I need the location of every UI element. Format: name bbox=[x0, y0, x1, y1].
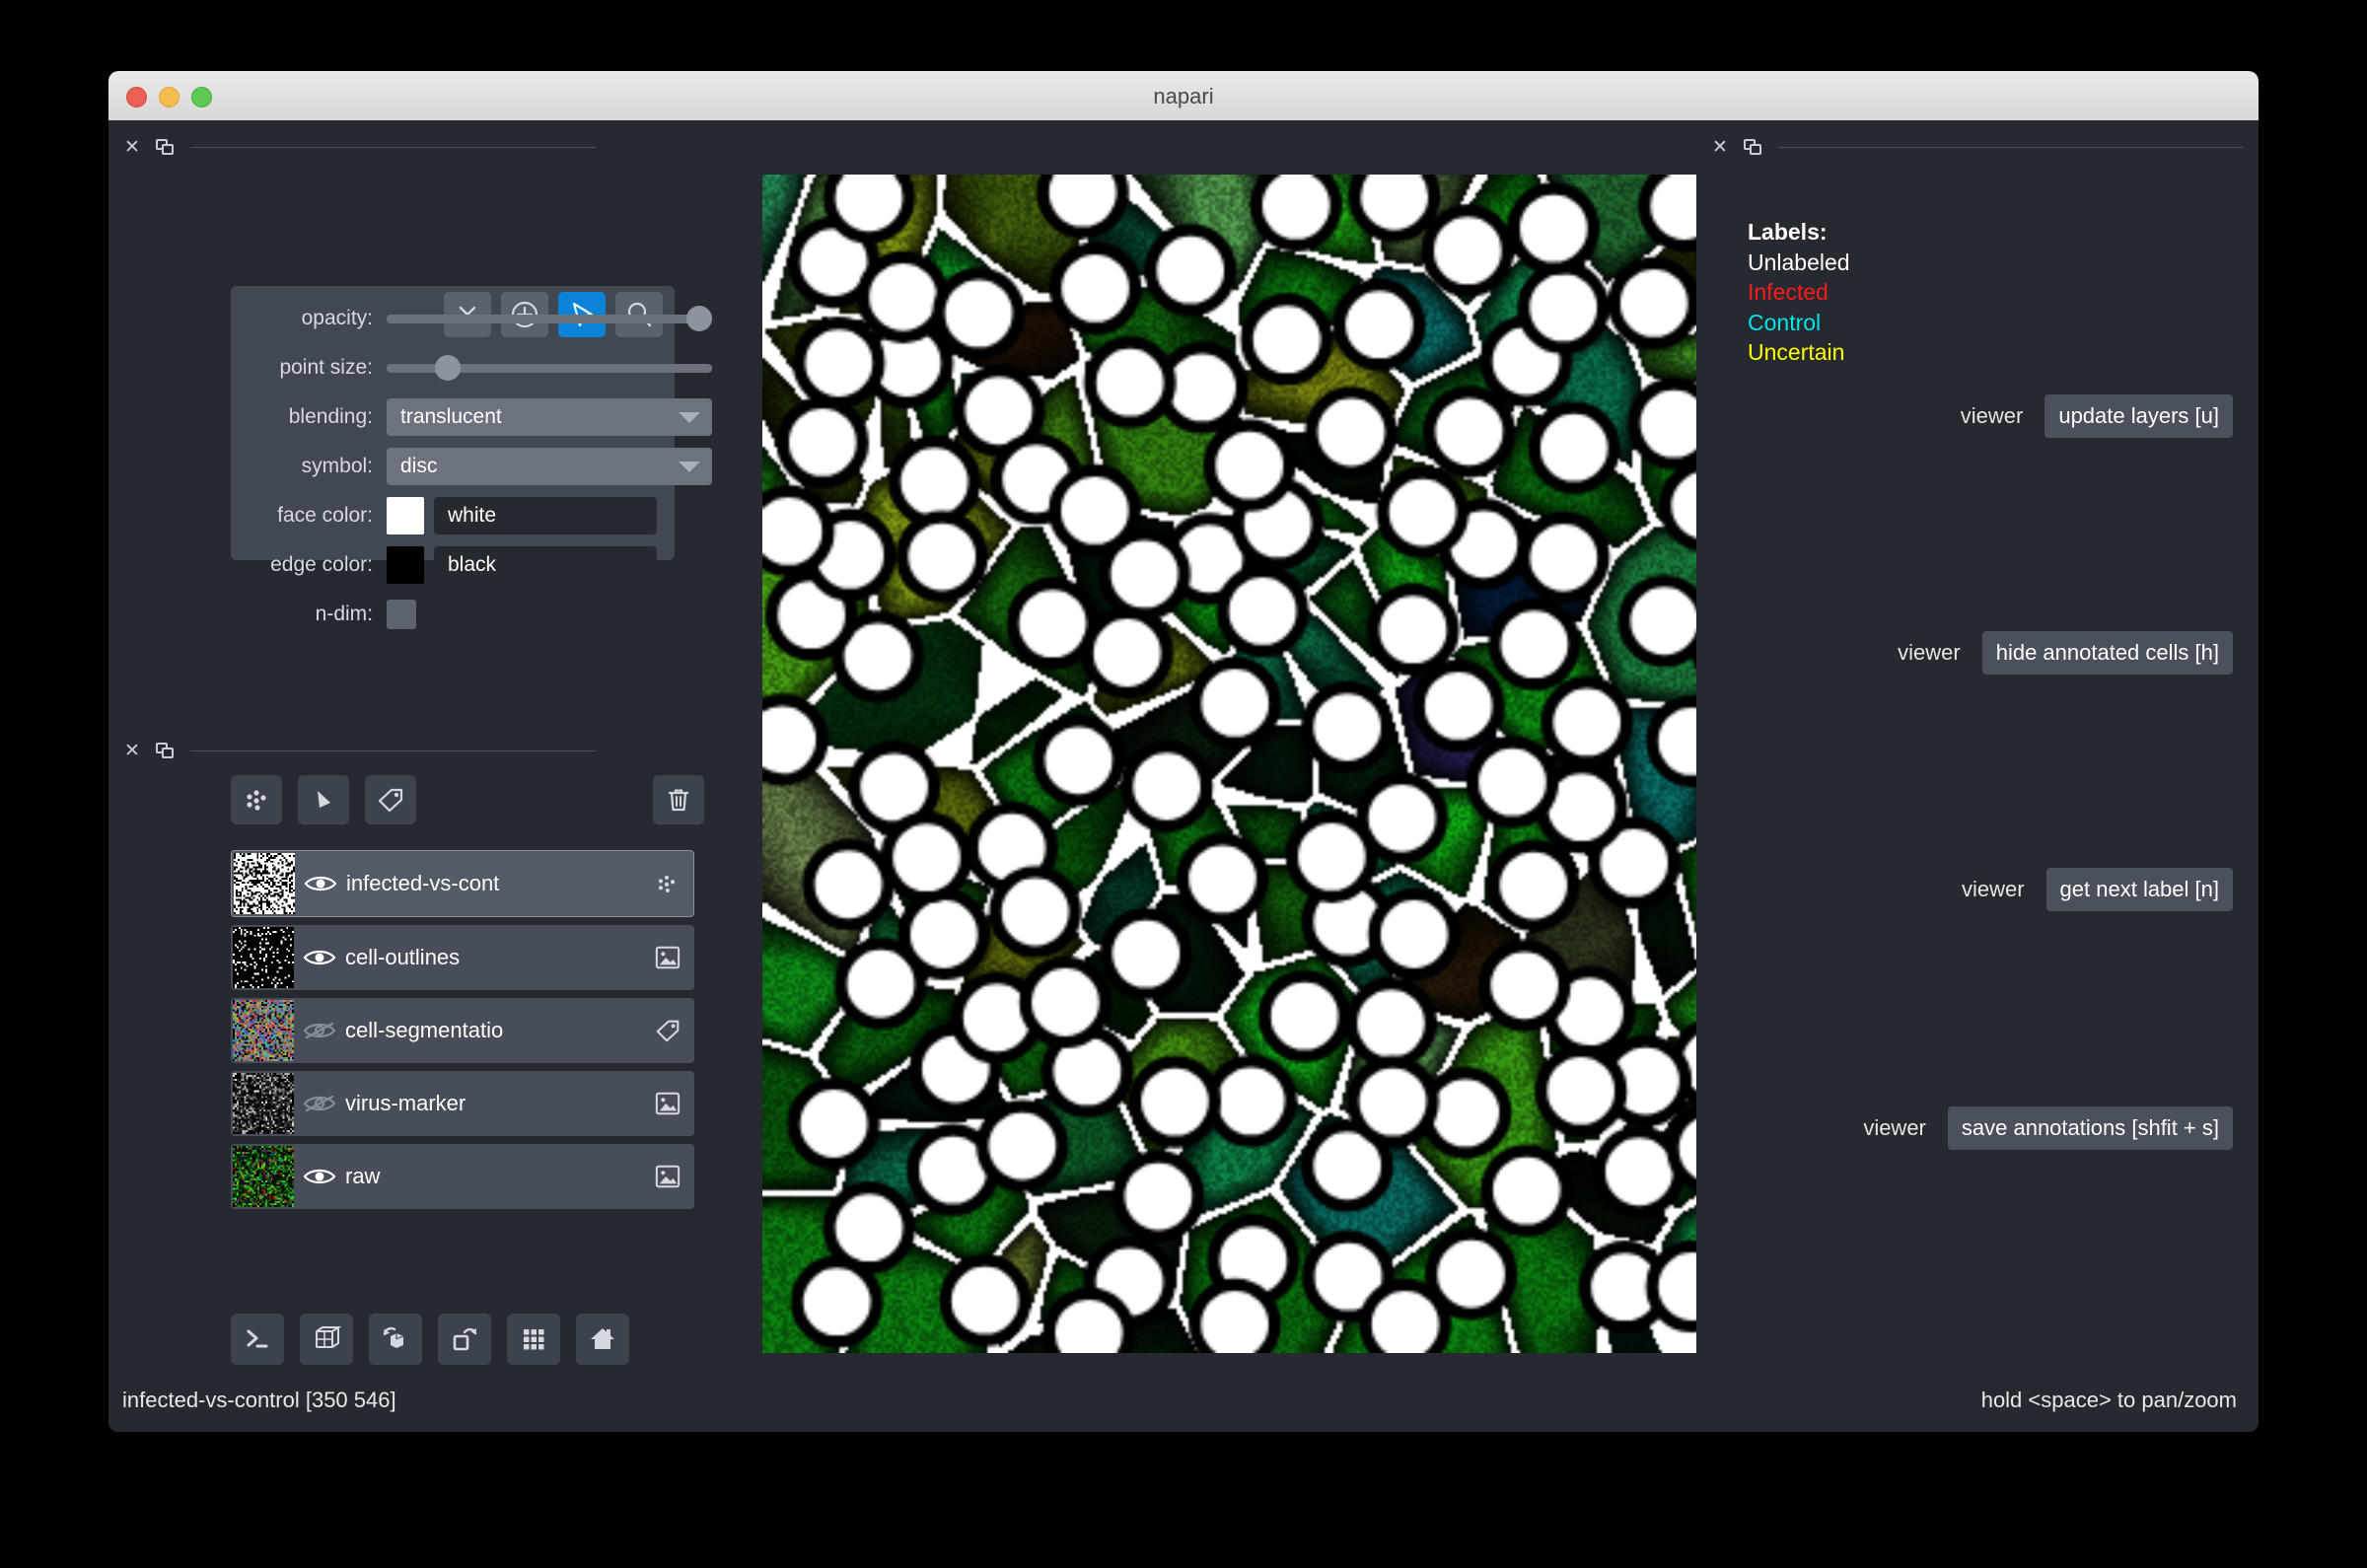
right-dock: ✕ Labels: Unlabeled Infected Control Unc… bbox=[1696, 120, 2259, 1432]
edge-color-label: edge color: bbox=[270, 553, 373, 576]
title-bar: napari bbox=[108, 71, 2259, 121]
layer-visibility-toggle-hidden[interactable] bbox=[294, 1092, 345, 1115]
status-right-text: hold <space> to pan/zoom bbox=[1980, 1388, 2237, 1412]
save-annotations-label: viewer bbox=[1863, 1115, 1926, 1140]
divider bbox=[189, 146, 596, 148]
left-dock: ✕ opacity: point size: blending: translu… bbox=[108, 120, 712, 1432]
layer-list-region: ✕ infected-vs-cont cell-outlines cell-se… bbox=[108, 724, 704, 1209]
save-annotations-button[interactable]: save annotations [shfit + s] bbox=[1947, 1106, 2233, 1150]
update-layers-label: viewer bbox=[1960, 403, 2024, 428]
console-button[interactable] bbox=[231, 1314, 284, 1365]
label-control: Control bbox=[1748, 309, 1822, 335]
layer-name: cell-outlines bbox=[345, 945, 461, 969]
update-layers-button[interactable]: update layers [u] bbox=[2044, 394, 2233, 438]
cube-rotate-icon bbox=[383, 1326, 404, 1348]
layer-thumbnail bbox=[233, 1073, 294, 1134]
points-layer-controls: opacity: point size: blending: transluce… bbox=[231, 286, 712, 629]
window-body: ✕ opacity: point size: blending: translu… bbox=[108, 120, 2259, 1432]
get-next-label-button[interactable]: get next label [n] bbox=[2045, 868, 2233, 911]
blending-label: blending: bbox=[288, 405, 373, 428]
image-canvas[interactable] bbox=[762, 175, 1783, 1353]
layer-add-buttons bbox=[231, 775, 416, 824]
new-points-layer-button[interactable] bbox=[231, 775, 282, 824]
viewer-buttons bbox=[231, 1314, 629, 1365]
layer-thumbnail bbox=[233, 1000, 294, 1061]
n-dim-checkbox[interactable] bbox=[387, 600, 416, 629]
layer-name: cell-segmentatio bbox=[345, 1018, 504, 1042]
ndisplay-button[interactable] bbox=[300, 1314, 353, 1365]
grid-view-button[interactable] bbox=[507, 1314, 560, 1365]
symbol-label: symbol: bbox=[301, 455, 373, 477]
divider bbox=[1777, 146, 2243, 148]
face-color-label: face color: bbox=[277, 504, 373, 527]
save-annotations-row: viewer save annotations [shfit + s] bbox=[1837, 1106, 2233, 1150]
roll-dims-button[interactable] bbox=[369, 1314, 422, 1365]
label-unlabeled: Unlabeled bbox=[1748, 249, 1850, 275]
layer-name: virus-marker bbox=[345, 1091, 466, 1115]
divider bbox=[189, 749, 596, 751]
new-labels-layer-button[interactable] bbox=[365, 775, 416, 824]
float-icon[interactable] bbox=[1743, 138, 1762, 156]
microscopy-image[interactable] bbox=[762, 175, 1783, 1353]
opacity-label: opacity: bbox=[301, 307, 373, 329]
layer-name: raw bbox=[345, 1164, 381, 1188]
close-icon[interactable]: ✕ bbox=[1712, 138, 1728, 157]
slider-knob[interactable] bbox=[434, 355, 461, 381]
label-infected: Infected bbox=[1748, 279, 1829, 306]
status-left-text: infected-vs-control [350 546] bbox=[122, 1388, 396, 1412]
labels-legend: Labels: Unlabeled Infected Control Uncer… bbox=[1748, 217, 1850, 368]
edge-color-swatch[interactable] bbox=[387, 546, 424, 584]
eye-visible-icon bbox=[303, 950, 336, 965]
point-size-label: point size: bbox=[279, 356, 373, 379]
layer-visibility-toggle-hidden[interactable] bbox=[294, 1019, 345, 1042]
cube-wireframe-icon bbox=[316, 1326, 341, 1348]
layer-list-dock-header: ✕ bbox=[124, 738, 596, 763]
shapes-icon bbox=[318, 791, 330, 808]
blending-value: translucent bbox=[400, 405, 502, 428]
get-next-label-label: viewer bbox=[1961, 877, 2025, 901]
layer-controls-dock-header: ✕ bbox=[124, 134, 596, 160]
face-color-swatch[interactable] bbox=[387, 497, 424, 535]
new-shapes-layer-button[interactable] bbox=[298, 775, 349, 824]
close-icon[interactable]: ✕ bbox=[124, 742, 140, 760]
float-icon[interactable] bbox=[155, 138, 175, 156]
eye-hidden-icon bbox=[303, 1095, 336, 1112]
layer-thumbnail bbox=[233, 927, 294, 988]
symbol-value: disc bbox=[400, 455, 438, 477]
eye-visible-icon bbox=[303, 1169, 336, 1184]
points-controls-grid: opacity: point size: blending: transluce… bbox=[231, 286, 712, 639]
widget-dock-header: ✕ bbox=[1712, 134, 2243, 160]
hide-annotated-cells-button[interactable]: hide annotated cells [h] bbox=[1981, 631, 2233, 675]
points-icon bbox=[247, 790, 266, 811]
layer-thumbnail bbox=[234, 853, 295, 914]
eye-hidden-icon bbox=[303, 1022, 336, 1039]
layer-visibility-toggle-visible[interactable] bbox=[294, 1165, 345, 1188]
canvas-area bbox=[611, 120, 1783, 1432]
layer-visibility-toggle-visible[interactable] bbox=[294, 946, 345, 969]
layer-visibility-toggle-visible[interactable] bbox=[295, 872, 346, 895]
close-icon[interactable]: ✕ bbox=[124, 138, 140, 157]
update-layers-row: viewer update layers [u] bbox=[1934, 394, 2233, 438]
status-bar: infected-vs-control [350 546] hold <spac… bbox=[108, 1371, 2259, 1432]
get-next-label-row: viewer get next label [n] bbox=[1936, 868, 2233, 911]
layer-name: infected-vs-cont bbox=[346, 871, 500, 895]
terminal-icon bbox=[247, 1329, 268, 1348]
float-icon[interactable] bbox=[155, 742, 175, 759]
eye-visible-icon bbox=[304, 876, 337, 891]
square-rotate-icon bbox=[453, 1327, 477, 1351]
layer-thumbnail bbox=[233, 1146, 294, 1207]
label-uncertain: Uncertain bbox=[1748, 339, 1845, 366]
n-dim-label: n-dim: bbox=[315, 603, 373, 625]
hide-annotated-cells-row: viewer hide annotated cells [h] bbox=[1872, 631, 2233, 675]
window-title: napari bbox=[1153, 84, 1214, 108]
labels-heading: Labels: bbox=[1748, 219, 1828, 245]
transpose-dims-button[interactable] bbox=[438, 1314, 491, 1365]
grid-icon bbox=[524, 1329, 544, 1350]
labels-tag-icon bbox=[378, 788, 403, 813]
hide-annotated-cells-label: viewer bbox=[1898, 640, 1961, 665]
napari-window: napari ✕ opacity: point size: blending: … bbox=[108, 71, 2259, 1432]
